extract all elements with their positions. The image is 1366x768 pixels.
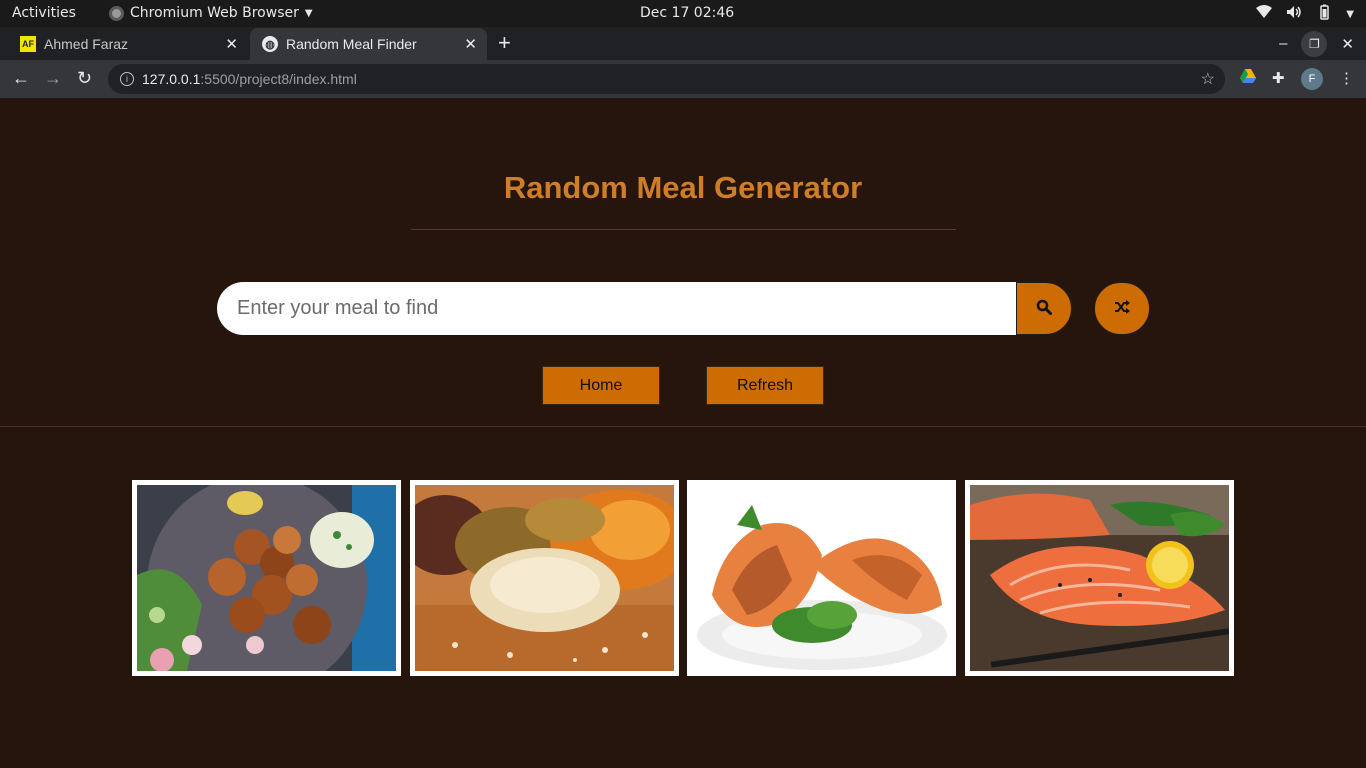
url-path: :5500/project8/index.html: [200, 71, 357, 87]
app-menu-label: Chromium Web Browser: [130, 5, 299, 21]
site-info-icon[interactable]: i: [120, 72, 134, 86]
random-meal-button[interactable]: [1094, 282, 1150, 335]
clock[interactable]: Dec 17 02:46: [640, 5, 734, 21]
close-tab-icon[interactable]: ✕: [225, 35, 238, 53]
shuffle-icon: [1114, 300, 1130, 317]
chicken-kebab-salad-icon: [137, 485, 396, 671]
search-input[interactable]: [217, 282, 1016, 335]
refresh-button[interactable]: Refresh: [706, 366, 824, 405]
tab-ahmed-faraz[interactable]: AF Ahmed Faraz ✕: [8, 28, 248, 60]
page-content: Random Meal Generator Home Refresh: [0, 98, 1366, 768]
forward-icon[interactable]: →: [44, 68, 62, 89]
kebab-menu-icon[interactable]: ⋮: [1339, 69, 1354, 87]
volume-icon: [1286, 5, 1302, 23]
new-tab-icon[interactable]: +: [498, 30, 511, 56]
close-window-icon[interactable]: ✕: [1341, 35, 1354, 53]
back-icon[interactable]: ←: [12, 68, 30, 89]
window-controls: – ❐ ✕: [1279, 27, 1366, 60]
af-favicon-icon: AF: [20, 36, 36, 52]
tab-title: Ahmed Faraz: [44, 36, 129, 52]
browser-toolbar: ← → ↻ i 127.0.0.1:5500/project8/index.ht…: [0, 60, 1366, 98]
chevron-down-icon: ▼: [304, 7, 313, 19]
search-button[interactable]: [1016, 282, 1072, 335]
meal-card-grilled-salmon[interactable]: [687, 480, 956, 676]
meal-card-raw-salmon[interactable]: [965, 480, 1234, 676]
meal-card-grains[interactable]: [410, 480, 679, 676]
raw-salmon-lemon-icon: [970, 485, 1229, 671]
address-bar[interactable]: i 127.0.0.1:5500/project8/index.html ☆: [108, 64, 1225, 94]
page-title: Random Meal Generator: [503, 170, 863, 205]
home-button[interactable]: Home: [542, 366, 660, 405]
app-menu[interactable]: Chromium Web Browser ▼: [109, 5, 313, 21]
chromium-icon: [109, 5, 124, 21]
grilled-salmon-plate-icon: [692, 485, 951, 671]
search-icon: [1036, 299, 1052, 318]
search-form: [217, 282, 1072, 335]
wifi-icon: [1256, 5, 1273, 23]
os-top-bar: Activities Chromium Web Browser ▼ Dec 17…: [0, 0, 1366, 27]
globe-icon: ◍: [262, 36, 278, 52]
restore-icon[interactable]: ❐: [1301, 30, 1328, 57]
close-tab-icon[interactable]: ✕: [464, 35, 477, 53]
grains-and-seeds-icon: [415, 485, 674, 671]
section-divider: [0, 426, 1366, 427]
power-menu-chevron-icon: ▼: [1346, 8, 1354, 20]
extensions-puzzle-icon[interactable]: ✚: [1272, 69, 1285, 87]
tab-strip: AF Ahmed Faraz ✕ ◍ Random Meal Finder ✕ …: [0, 27, 1366, 60]
meal-card-chicken-skewers[interactable]: [132, 480, 401, 676]
battery-icon: [1316, 4, 1332, 24]
drive-icon[interactable]: [1240, 69, 1256, 87]
title-divider: [411, 229, 956, 230]
reload-icon[interactable]: ↻: [77, 68, 92, 89]
system-tray[interactable]: ▼: [1256, 4, 1354, 24]
minimize-icon[interactable]: –: [1279, 35, 1287, 52]
url-host: 127.0.0.1: [142, 71, 201, 87]
activities-button[interactable]: Activities: [12, 5, 76, 21]
tab-title: Random Meal Finder: [286, 36, 417, 52]
tab-random-meal-finder[interactable]: ◍ Random Meal Finder ✕: [250, 28, 487, 60]
profile-avatar[interactable]: F: [1301, 68, 1323, 90]
bookmark-star-icon[interactable]: ☆: [1201, 69, 1215, 89]
